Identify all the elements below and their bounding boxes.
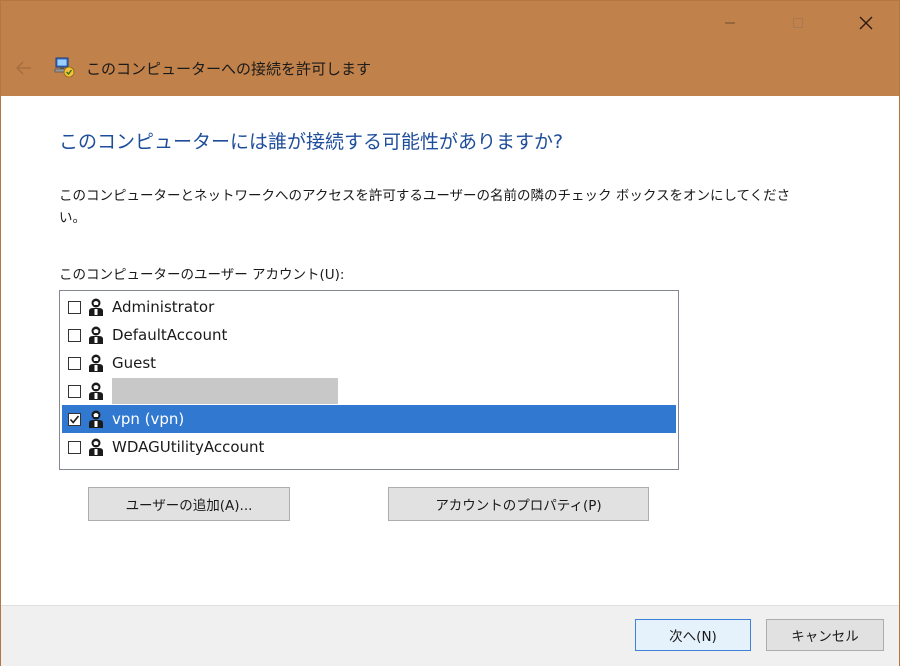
user-accounts-list[interactable]: Administrator DefaultAccount Guest vpn (… [59,290,679,470]
network-wizard-icon [53,56,75,78]
back-arrow-icon [15,61,31,75]
list-item-guest[interactable]: Guest [62,349,676,377]
checkmark-icon [69,414,80,424]
close-button[interactable] [843,1,889,45]
list-item-vpn[interactable]: vpn (vpn) [62,405,676,433]
user-account-icon [85,436,107,458]
user-name: WDAGUtilityAccount [112,438,265,456]
user-account-icon [85,296,107,318]
maximize-icon [793,18,803,28]
user-name: Guest [112,354,157,372]
user-account-icon [85,324,107,346]
checkbox[interactable] [68,356,81,370]
footer-bar [1,605,899,666]
minimize-icon [725,22,735,24]
titlebar: このコンピューターへの接続を許可します [1,1,899,96]
user-name: DefaultAccount [112,326,228,344]
list-item-defaultaccount[interactable]: DefaultAccount [62,321,676,349]
instructions-text: このコンピューターとネットワークへのアクセスを許可するユーザーの名前の隣のチェッ… [59,188,791,226]
list-item-wdagutilityaccount[interactable]: WDAGUtilityAccount [62,433,676,461]
user-name: Administrator [112,298,215,316]
page-heading: このコンピューターには誰が接続する可能性がありますか? [59,131,564,153]
user-account-icon [85,408,107,430]
checkbox-checked[interactable] [68,412,81,426]
minimize-button[interactable] [707,1,753,45]
back-button[interactable] [11,55,37,81]
checkbox[interactable] [68,300,81,314]
checkbox[interactable] [68,440,81,454]
checkbox[interactable] [68,384,81,398]
window-title: このコンピューターへの接続を許可します [86,60,372,78]
redacted-user-name [112,378,338,404]
maximize-button[interactable] [775,1,821,45]
user-account-icon [85,352,107,374]
list-item-administrator[interactable]: Administrator [62,293,676,321]
checkbox[interactable] [68,328,81,342]
user-name: vpn (vpn) [112,410,185,428]
next-button[interactable]: 次へ(N) [635,619,751,651]
close-icon [859,16,873,30]
add-user-button[interactable]: ユーザーの追加(A)... [88,487,290,521]
user-account-icon [85,380,107,402]
account-properties-button[interactable]: アカウントのプロパティ(P) [388,487,649,521]
dialog-window: このコンピューターへの接続を許可します このコンピューターには誰が接続する可能性… [0,0,900,666]
user-accounts-label: このコンピューターのユーザー アカウント(U): [59,267,345,283]
cancel-button[interactable]: キャンセル [766,619,884,651]
list-item-redacted-user[interactable] [62,377,676,405]
